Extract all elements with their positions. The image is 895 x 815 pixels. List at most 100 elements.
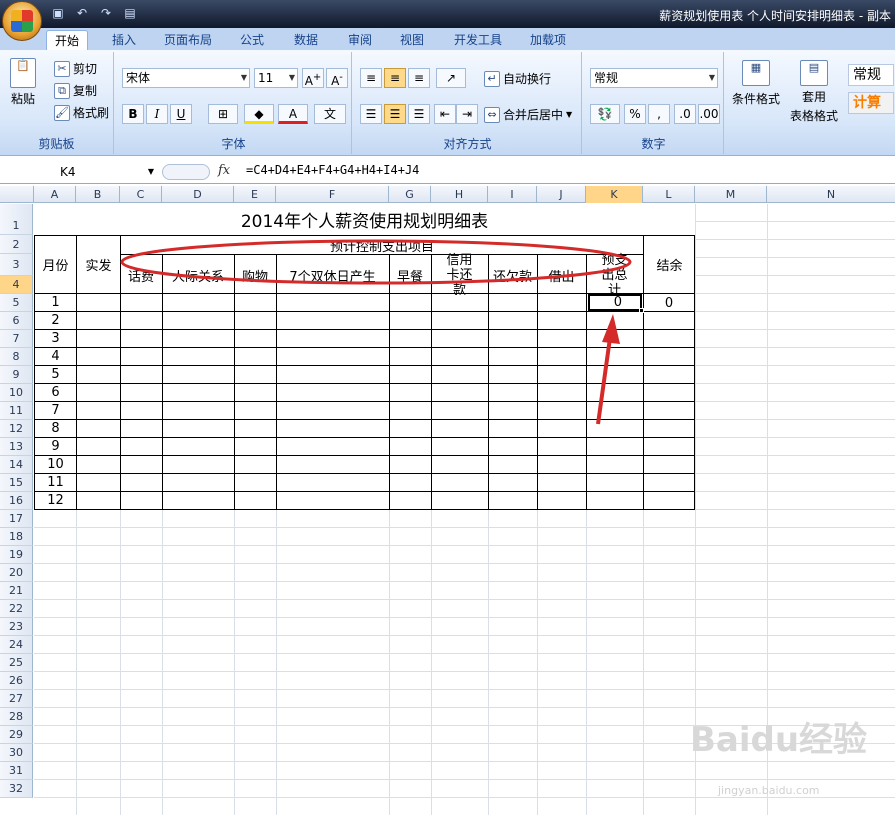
column-header[interactable]: I xyxy=(488,186,537,203)
column-header[interactable]: E xyxy=(234,186,276,203)
balance-header[interactable]: 结余 xyxy=(644,236,695,293)
row-header[interactable]: 12 xyxy=(0,420,33,438)
column-header[interactable]: C xyxy=(120,186,162,203)
expense-item-header[interactable]: 还欠款 xyxy=(488,256,537,294)
month-cell[interactable]: 4 xyxy=(35,348,76,365)
increase-font-button[interactable]: A+ xyxy=(302,68,324,88)
month-cell[interactable]: 6 xyxy=(35,384,76,401)
row-header[interactable]: 13 xyxy=(0,438,33,456)
expense-item-header[interactable]: 7个双休日产生 xyxy=(276,256,389,294)
month-cell[interactable]: 7 xyxy=(35,402,76,419)
month-cell[interactable]: 10 xyxy=(35,456,76,473)
tab-page-layout[interactable]: 页面布局 xyxy=(156,30,220,50)
decrease-font-button[interactable]: A- xyxy=(326,68,348,88)
row-header[interactable]: 9 xyxy=(0,366,33,384)
open-icon[interactable]: ▤ xyxy=(122,5,138,21)
comma-button[interactable]: , xyxy=(648,104,670,124)
month-cell[interactable]: 2 xyxy=(35,312,76,329)
actual-header[interactable]: 实发 xyxy=(77,236,120,293)
phonetic-button[interactable]: 文 xyxy=(314,104,346,124)
row-header[interactable]: 16 xyxy=(0,492,33,510)
wrap-text-button[interactable]: ↵ 自动换行 xyxy=(484,70,551,87)
month-cell[interactable]: 1 xyxy=(35,294,76,311)
tab-addins[interactable]: 加载项 xyxy=(522,30,574,50)
formula-bar-slider[interactable] xyxy=(162,164,210,180)
italic-button[interactable]: I xyxy=(146,104,168,124)
column-header-selected[interactable]: K xyxy=(586,186,643,203)
name-box[interactable]: K4 ▼ xyxy=(2,162,156,182)
increase-indent-button[interactable]: ⇥ xyxy=(456,104,478,124)
total-header[interactable]: 预支出总计 xyxy=(586,253,643,298)
underline-button[interactable]: U xyxy=(170,104,192,124)
row-header[interactable]: 24 xyxy=(0,636,33,654)
row-header[interactable]: 22 xyxy=(0,600,33,618)
month-cell[interactable]: 11 xyxy=(35,474,76,491)
align-middle-button[interactable]: ≡ xyxy=(384,68,406,88)
decrease-decimal-button[interactable]: .00 xyxy=(698,104,720,124)
save-icon[interactable]: ▣ xyxy=(50,5,66,21)
expense-item-header[interactable]: 购物 xyxy=(234,256,276,294)
align-left-button[interactable]: ☰ xyxy=(360,104,382,124)
row-header[interactable]: 8 xyxy=(0,348,33,366)
row-header[interactable]: 5 xyxy=(0,294,33,312)
month-cell[interactable]: 12 xyxy=(35,492,76,509)
row-header[interactable]: 2 xyxy=(0,235,33,254)
row-header[interactable]: 28 xyxy=(0,708,33,726)
month-cell[interactable]: 8 xyxy=(35,420,76,437)
month-cell[interactable]: 9 xyxy=(35,438,76,455)
column-header[interactable]: A xyxy=(34,186,76,203)
total-cell-k4[interactable]: 0 xyxy=(588,294,642,311)
formula-input[interactable]: =C4+D4+E4+F4+G4+H4+I4+J4 xyxy=(246,163,419,177)
row-header[interactable]: 19 xyxy=(0,546,33,564)
month-header[interactable]: 月份 xyxy=(35,236,76,293)
row-header-selected[interactable]: 4 xyxy=(0,276,33,294)
fill-color-button[interactable]: ◆ xyxy=(244,104,274,124)
increase-decimal-button[interactable]: .0 xyxy=(674,104,696,124)
row-header[interactable]: 20 xyxy=(0,564,33,582)
align-center-button[interactable]: ☰ xyxy=(384,104,406,124)
expense-item-header[interactable]: 借出 xyxy=(537,256,586,294)
row-header[interactable]: 27 xyxy=(0,690,33,708)
row-header[interactable]: 7 xyxy=(0,330,33,348)
tab-review[interactable]: 审阅 xyxy=(340,30,380,50)
percent-button[interactable]: % xyxy=(624,104,646,124)
cut-button[interactable]: ✂ 剪切 xyxy=(54,60,97,77)
copy-button[interactable]: ⧉ 复制 xyxy=(54,82,97,99)
row-header[interactable]: 15 xyxy=(0,474,33,492)
month-cell[interactable]: 3 xyxy=(35,330,76,347)
border-button[interactable]: ⊞ xyxy=(208,104,238,124)
tab-developer[interactable]: 开发工具 xyxy=(446,30,510,50)
tab-formulas[interactable]: 公式 xyxy=(232,30,272,50)
sheet-title[interactable]: 2014年个人薪资使用规划明细表 xyxy=(34,204,695,235)
tab-insert[interactable]: 插入 xyxy=(104,30,144,50)
number-format-select[interactable]: 常规 ▼ xyxy=(590,68,718,88)
row-header[interactable]: 31 xyxy=(0,762,33,780)
align-bottom-button[interactable]: ≡ xyxy=(408,68,430,88)
row-header[interactable]: 30 xyxy=(0,744,33,762)
column-header[interactable]: G xyxy=(389,186,431,203)
style-normal[interactable]: 常规 xyxy=(848,64,894,86)
row-header[interactable]: 18 xyxy=(0,528,33,546)
column-header[interactable]: F xyxy=(276,186,389,203)
month-cell[interactable]: 5 xyxy=(35,366,76,383)
tab-home[interactable]: 开始 xyxy=(46,30,89,50)
undo-icon[interactable]: ↶ xyxy=(74,5,90,21)
row-header[interactable]: 25 xyxy=(0,654,33,672)
row-header[interactable]: 10 xyxy=(0,384,33,402)
column-header[interactable]: J xyxy=(537,186,586,203)
format-as-table-button[interactable]: ▤ 套用 表格格式 xyxy=(790,60,838,124)
row-header[interactable]: 6 xyxy=(0,312,33,330)
column-header[interactable]: H xyxy=(431,186,488,203)
select-all-corner[interactable] xyxy=(0,186,34,203)
expense-item-header[interactable]: 人际关系 xyxy=(162,256,234,294)
row-header[interactable]: 11 xyxy=(0,402,33,420)
row-header[interactable]: 29 xyxy=(0,726,33,744)
decrease-indent-button[interactable]: ⇤ xyxy=(434,104,456,124)
paste-button[interactable]: 📋 粘贴 xyxy=(10,58,36,107)
currency-button[interactable]: 💱 xyxy=(590,104,620,124)
planned-expense-header[interactable]: 预计控制支出项目 xyxy=(121,236,643,255)
row-header[interactable]: 21 xyxy=(0,582,33,600)
style-calculation[interactable]: 计算 xyxy=(848,92,894,114)
row-header[interactable]: 26 xyxy=(0,672,33,690)
row-header[interactable]: 3 xyxy=(0,254,33,276)
